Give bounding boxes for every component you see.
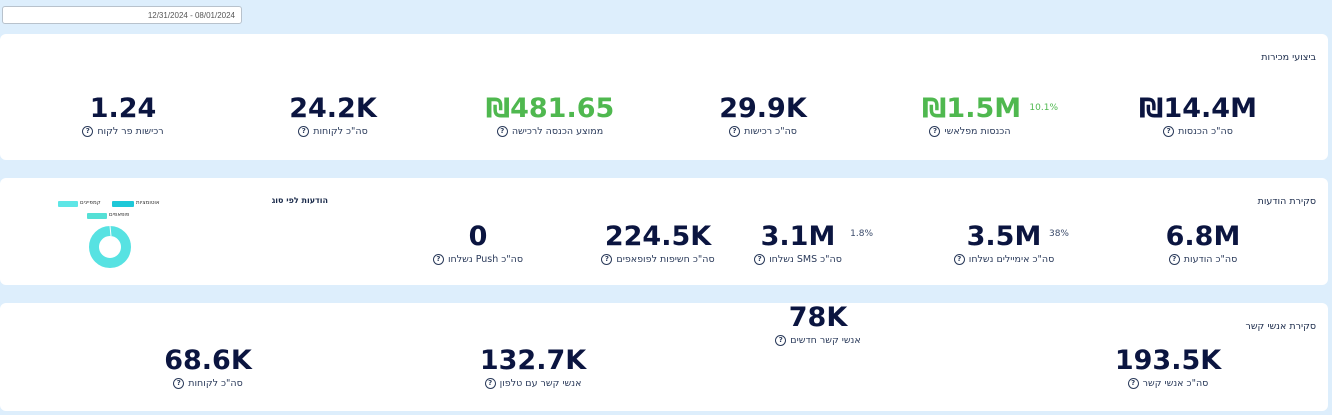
avg-revenue-metric: ₪481.65 ממוצע הכנסה לרכישה? (485, 94, 615, 137)
emails-sent-label: סה"כ אימיילים נשלחו (968, 254, 1055, 265)
sms-sent-percent: 1.8% (850, 229, 873, 239)
legend-chip-popups (87, 213, 107, 219)
emails-sent-metric: 3.5M 38% סה"כ אימיילים נשלחו? (944, 221, 1069, 265)
flashy-revenue-metric: ₪1.5M 10.1% הכנסות מפלאשי? (922, 93, 1058, 137)
legend-chip-campaigns (58, 201, 78, 207)
emails-sent-value: 3.5M (966, 221, 1042, 252)
total-contacts-metric: 193.5K סה"כ אנשי קשר? (1078, 346, 1258, 389)
avg-revenue-value: ₪481.65 (485, 93, 615, 124)
sales-performance-card: ביצועי מכירות ₪14.4M סה"כ הכנסות? ₪1.5M … (0, 34, 1328, 160)
legend-label-campaigns: קמפיינים (80, 200, 101, 206)
contacts-total-customers-label: סה"כ לקוחות (188, 378, 243, 389)
total-customers-value: 24.2K (289, 93, 377, 124)
contacts-card-title: סקירת אנשי קשר (1245, 321, 1316, 332)
popup-impressions-label: סה"כ חשיפות לפופאפים (616, 254, 715, 265)
sms-sent-label: סה"כ SMS נשלחו (769, 254, 842, 265)
question-circle-icon[interactable]: ? (496, 126, 508, 137)
avg-revenue-label: ממוצע הכנסה לרכישה (511, 126, 604, 137)
contacts-with-phone-label: אנשי קשר עם טלפון (499, 378, 582, 389)
question-circle-icon[interactable]: ? (601, 254, 613, 265)
new-contacts-metric: 78K אנשי קשר חדשים? (728, 303, 908, 346)
emails-sent-percent: 38% (1048, 229, 1069, 239)
question-circle-icon[interactable]: ? (432, 254, 444, 265)
total-messages-value: 6.8M (1165, 221, 1241, 252)
push-sent-value: 0 (468, 221, 488, 252)
contacts-overview-card: סקירת אנשי קשר 193.5K סה"כ אנשי קשר? 78K… (0, 303, 1328, 411)
total-revenue-metric: ₪14.4M סה"כ הכנסות? (1138, 94, 1258, 137)
total-contacts-label: סה"כ אנשי קשר (1142, 378, 1209, 389)
messages-by-type-title: הודעות לפי סוג (271, 196, 328, 205)
contacts-total-customers-metric: 68.6K סה"כ לקוחות? (148, 346, 268, 389)
total-contacts-value: 193.5K (1114, 345, 1222, 376)
flashy-revenue-percent: 10.1% (1029, 103, 1058, 113)
flashy-revenue-value: ₪1.5M (922, 93, 1022, 124)
new-contacts-label: אנשי קשר חדשים (790, 335, 861, 346)
question-circle-icon[interactable]: ? (775, 335, 787, 346)
total-customers-metric: 24.2K סה"כ לקוחות? (283, 94, 383, 137)
popup-impressions-metric: 224.5K סה"כ חשיפות לפופאפים? (588, 222, 728, 265)
sms-sent-metric: 3.1M 1.8% סה"כ SMS נשלחו? (748, 221, 873, 265)
legend-label-popups: פופאפים (109, 212, 130, 218)
legend-chip-automations (112, 201, 134, 207)
question-circle-icon[interactable]: ? (298, 126, 310, 137)
total-messages-label: סה"כ הודעות (1183, 254, 1238, 265)
question-circle-icon[interactable]: ? (1168, 254, 1180, 265)
total-purchases-value: 29.9K (719, 93, 807, 124)
question-circle-icon[interactable]: ? (754, 254, 766, 265)
contacts-with-phone-metric: 132.7K אנשי קשר עם טלפון? (443, 346, 623, 389)
contacts-total-customers-value: 68.6K (164, 345, 252, 376)
total-revenue-value: ₪14.4M (1139, 93, 1257, 124)
legend-label-automations: אוטומציות (136, 200, 160, 206)
question-circle-icon[interactable]: ? (484, 378, 496, 389)
total-purchases-label: סה"כ רכישות (744, 126, 797, 137)
question-circle-icon[interactable]: ? (953, 254, 965, 265)
date-range-input[interactable]: 12/31/2024 - 08/01/2024 (2, 6, 242, 24)
purchases-per-customer-metric: 1.24 רכישות פר לקוח? (73, 94, 173, 137)
question-circle-icon[interactable]: ? (929, 126, 941, 137)
total-purchases-metric: 29.9K סה"כ רכישות? (713, 94, 813, 137)
question-circle-icon[interactable]: ? (82, 126, 94, 137)
question-circle-icon[interactable]: ? (173, 378, 185, 389)
flashy-revenue-label: הכנסות מפלאשי (944, 126, 1011, 137)
question-circle-icon[interactable]: ? (1163, 126, 1175, 137)
messages-donut-chart (89, 225, 131, 268)
total-customers-label: סה"כ לקוחות (313, 126, 368, 137)
push-sent-metric: 0 סה"כ Push נשלחו? (428, 222, 528, 265)
purchases-per-customer-label: רכישות פר לקוח (97, 126, 164, 137)
question-circle-icon[interactable]: ? (1127, 378, 1139, 389)
push-sent-label: סה"כ Push נשלחו (447, 254, 524, 265)
new-contacts-value: 78K (788, 302, 848, 333)
purchases-per-customer-value: 1.24 (89, 93, 157, 124)
messages-card-title: סקירת הודעות (1257, 196, 1316, 207)
question-circle-icon[interactable]: ? (729, 126, 741, 137)
donut-ring (89, 226, 131, 268)
total-messages-metric: 6.8M סה"כ הודעות? (1148, 222, 1258, 265)
sms-sent-value: 3.1M (760, 221, 836, 252)
messages-overview-card: סקירת הודעות 6.8M סה"כ הודעות? 3.5M 38% … (0, 178, 1328, 285)
contacts-with-phone-value: 132.7K (479, 345, 587, 376)
popup-impressions-value: 224.5K (604, 221, 712, 252)
sales-card-title: ביצועי מכירות (1261, 52, 1316, 63)
total-revenue-label: סה"כ הכנסות (1178, 126, 1233, 137)
